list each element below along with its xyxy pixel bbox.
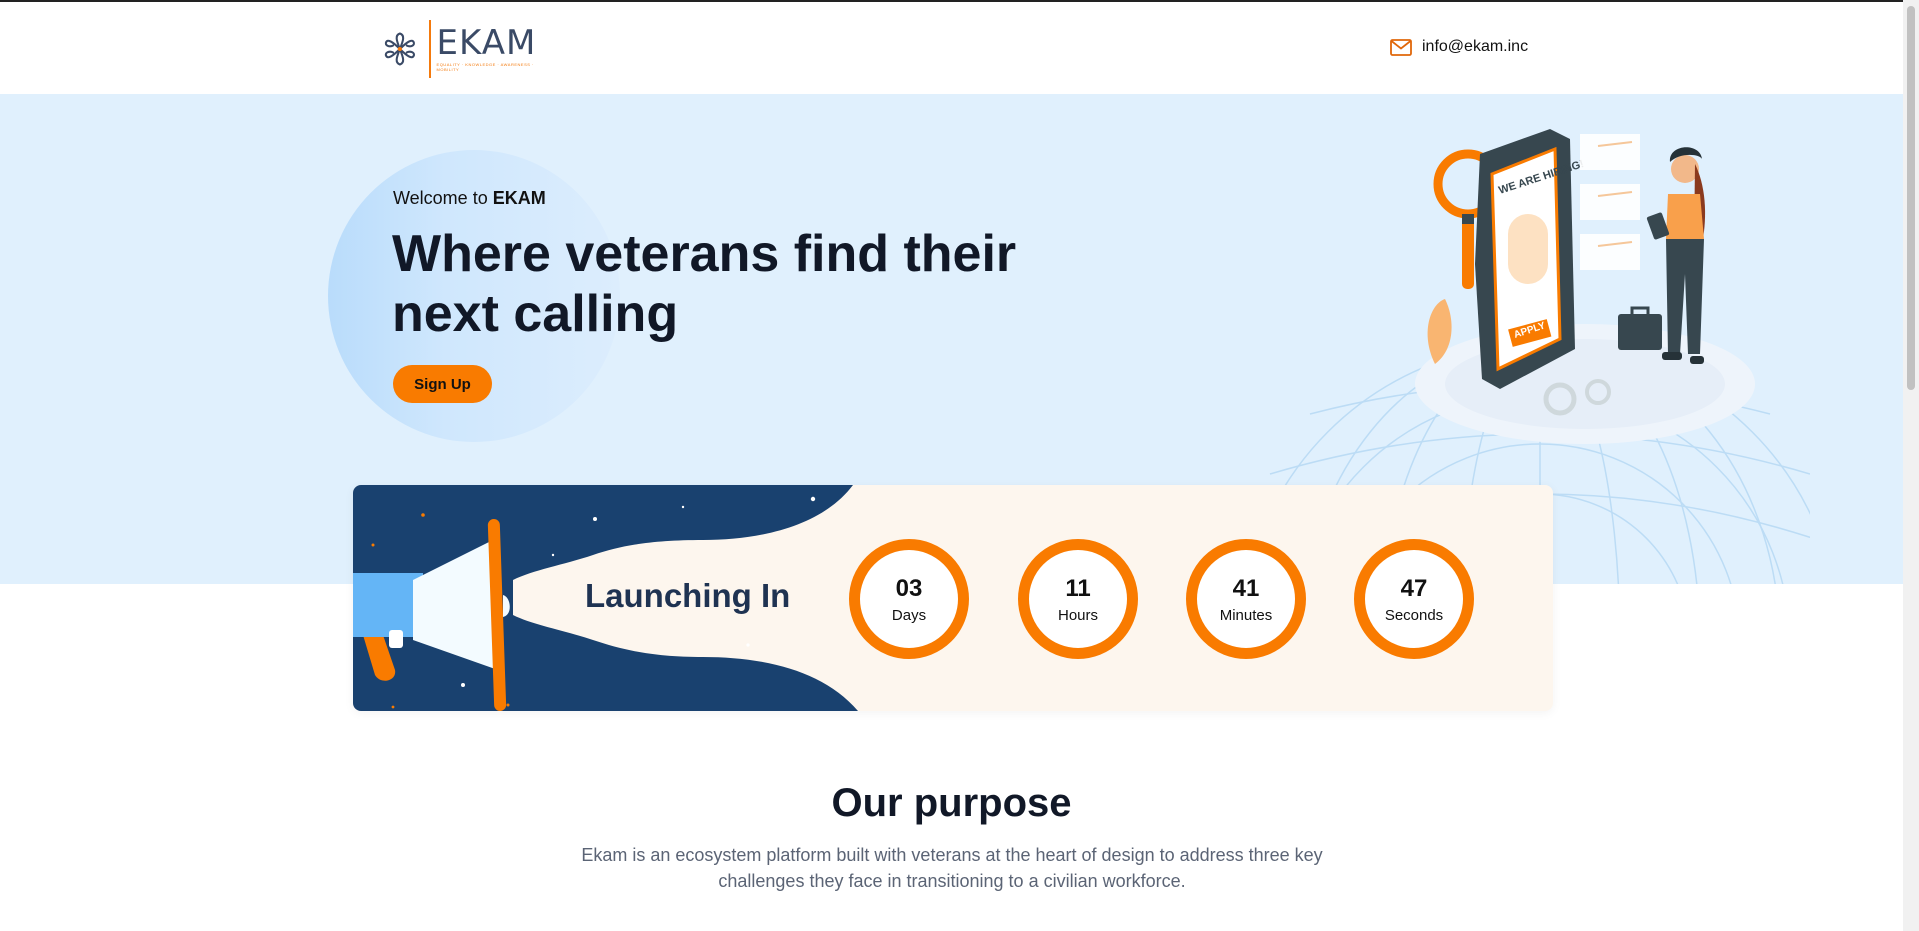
countdown-seconds: 47 Seconds [1354,539,1474,659]
sign-up-button[interactable]: Sign Up [393,365,492,403]
page-scrollbar[interactable] [1903,0,1919,931]
countdown-unit-label: Hours [1057,606,1098,624]
purpose-description: Ekam is an ecosystem platform built with… [581,845,1323,891]
scrollbar-thumb[interactable] [1907,6,1915,390]
countdown-value: 03 [895,574,923,602]
countdown-unit-label: Minutes [1219,606,1273,624]
contact-email: info@ekam.inc [1422,38,1529,55]
mail-icon [1390,38,1412,56]
countdown-days: 03 Days [849,539,969,659]
logo-divider [428,20,431,78]
ekam-logo[interactable]: EKAM EQUALITY · KNOWLEDGE · AWARENESS · … [381,17,541,81]
countdown-unit-label: Days [891,606,927,624]
site-header: EKAM EQUALITY · KNOWLEDGE · AWARENESS · … [0,2,1903,94]
countdown-minutes: 41 Minutes [1186,539,1306,659]
hero-title: Where veterans find their next calling [392,225,1017,343]
welcome-prefix: Welcome to [393,188,493,208]
logo-wordmark: EKAM [436,23,537,63]
countdown-value: 11 [1065,574,1091,602]
welcome-brand: EKAM [492,188,546,208]
logo-text: EKAM EQUALITY · KNOWLEDGE · AWARENESS · … [437,26,541,72]
countdown-value: 47 [1400,574,1428,602]
welcome-text: Welcome to EKAM [393,188,546,209]
logo-mark-icon [384,32,416,66]
hiring-illustration: WE ARE HIRING! APPLY [1415,129,1755,444]
logo-tagline: EQUALITY · KNOWLEDGE · AWARENESS · MOBIL… [436,62,534,72]
launching-in-label: Launching In [585,577,791,614]
countdown-value: 41 [1232,574,1260,602]
countdown-hours: 11 Hours [1018,539,1138,659]
contact-email-link[interactable]: info@ekam.inc [1390,38,1528,56]
countdown-card: Launching In 03 Days 11 Hours 41 Minutes… [353,485,1553,711]
countdown-unit-label: Seconds [1384,606,1444,624]
purpose-heading: Our purpose [831,781,1072,825]
